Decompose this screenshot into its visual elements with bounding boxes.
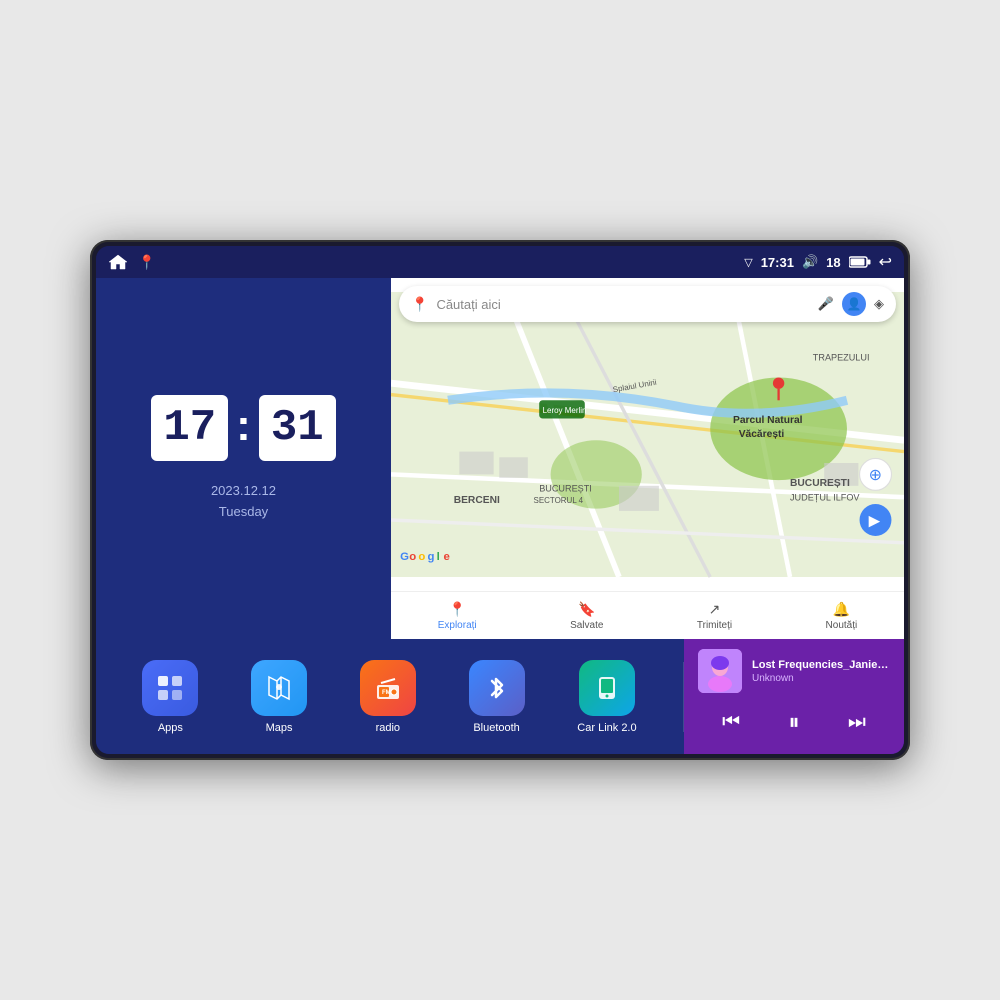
share-icon: ↗	[709, 601, 721, 618]
svg-text:BUCUREȘTI: BUCUREȘTI	[790, 478, 850, 489]
svg-text:g: g	[427, 551, 434, 563]
carlink-icon	[579, 660, 635, 716]
map-search-actions: 🎤 👤 ◈	[818, 292, 884, 316]
status-bar: 📍 ▽ 17:31 🔊 18 ↩	[96, 246, 904, 278]
app-item-radio[interactable]: FM radio	[360, 660, 416, 734]
maps-icon	[251, 660, 307, 716]
map-body: Parcul Natural Văcărești BUCUREȘTI JUDEȚ…	[391, 278, 904, 591]
battery-icon	[849, 256, 871, 268]
music-controls: ⏮ ⏸ ⏭	[698, 705, 890, 739]
clock-colon: :	[236, 401, 251, 451]
clock-widget: 17 : 31 2023.12.12 Tuesday	[96, 278, 391, 639]
svg-text:Leroy Merlin: Leroy Merlin	[543, 406, 587, 415]
bottom-section: Apps Maps	[96, 639, 904, 754]
music-info: Lost Frequencies_Janieck Devy-... Unknow…	[698, 649, 890, 693]
app-item-maps[interactable]: Maps	[251, 660, 307, 734]
bluetooth-label: Bluetooth	[473, 722, 519, 734]
signal-value: 18	[826, 255, 840, 270]
map-widget[interactable]: Parcul Natural Văcărești BUCUREȘTI JUDEȚ…	[391, 278, 904, 639]
map-search-pin-icon: 📍	[411, 296, 428, 313]
clock-display: 17 : 31	[151, 395, 335, 461]
music-player: Lost Frequencies_Janieck Devy-... Unknow…	[684, 639, 904, 754]
layers-icon[interactable]: ◈	[874, 296, 884, 312]
radio-label: radio	[376, 722, 400, 734]
svg-text:▶: ▶	[869, 514, 881, 530]
back-icon[interactable]: ↩	[879, 252, 892, 272]
play-pause-button[interactable]: ⏸	[784, 705, 803, 739]
svg-text:o: o	[418, 551, 425, 563]
svg-text:JUDEȚUL ILFOV: JUDEȚUL ILFOV	[790, 493, 860, 503]
svg-text:e: e	[443, 551, 449, 563]
status-left: 📍	[108, 254, 155, 271]
main-content: 17 : 31 2023.12.12 Tuesday	[96, 278, 904, 754]
apps-section: Apps Maps	[96, 639, 683, 754]
account-icon[interactable]: 👤	[842, 292, 866, 316]
navigation-icon: ▽	[744, 256, 752, 269]
map-bottom-tabs: 📍 Explorați 🔖 Salvate ↗ Trimiteți 🔔	[391, 591, 904, 639]
app-item-apps[interactable]: Apps	[142, 660, 198, 734]
clock-date: 2023.12.12 Tuesday	[211, 481, 276, 523]
map-tab-explore[interactable]: 📍 Explorați	[438, 601, 477, 631]
status-right: ▽ 17:31 🔊 18 ↩	[744, 252, 892, 272]
screen: 📍 ▽ 17:31 🔊 18 ↩	[96, 246, 904, 754]
mic-icon[interactable]: 🎤	[818, 296, 834, 312]
map-tab-share[interactable]: ↗ Trimiteți	[697, 601, 732, 631]
clock-hours: 17	[151, 395, 228, 461]
svg-text:Parcul Natural: Parcul Natural	[733, 415, 803, 426]
map-tab-saved[interactable]: 🔖 Salvate	[570, 601, 603, 631]
apps-icon	[142, 660, 198, 716]
maps-nav-icon[interactable]: 📍	[138, 254, 155, 271]
top-section: 17 : 31 2023.12.12 Tuesday	[96, 278, 904, 639]
svg-text:G: G	[400, 551, 409, 563]
car-display-device: 📍 ▽ 17:31 🔊 18 ↩	[90, 240, 910, 760]
carlink-label: Car Link 2.0	[577, 722, 636, 734]
svg-text:FM: FM	[382, 690, 391, 696]
map-tab-updates[interactable]: 🔔 Noutăți	[826, 601, 858, 631]
music-artist: Unknown	[752, 673, 890, 684]
svg-text:SECTORUL 4: SECTORUL 4	[534, 496, 584, 505]
music-title: Lost Frequencies_Janieck Devy-...	[752, 659, 890, 671]
prev-button[interactable]: ⏮	[718, 707, 744, 738]
radio-icon: FM	[360, 660, 416, 716]
bluetooth-icon	[469, 660, 525, 716]
updates-icon: 🔔	[833, 601, 850, 618]
svg-text:BERCENI: BERCENI	[454, 495, 500, 506]
time-display: 17:31	[761, 255, 794, 270]
next-button[interactable]: ⏭	[844, 707, 870, 738]
svg-text:Văcărești: Văcărești	[739, 429, 785, 440]
clock-minutes: 31	[259, 395, 336, 461]
saved-icon: 🔖	[578, 601, 595, 618]
app-item-bluetooth[interactable]: Bluetooth	[469, 660, 525, 734]
music-text: Lost Frequencies_Janieck Devy-... Unknow…	[752, 659, 890, 684]
svg-text:TRAPEZULUI: TRAPEZULUI	[813, 352, 870, 362]
svg-text:l: l	[437, 551, 440, 563]
map-search-bar[interactable]: 📍 Căutați aici 🎤 👤 ◈	[399, 286, 896, 322]
svg-text:o: o	[409, 551, 416, 563]
maps-label: Maps	[266, 722, 293, 734]
volume-icon[interactable]: 🔊	[802, 254, 818, 270]
svg-text:⊕: ⊕	[869, 467, 882, 484]
album-art	[698, 649, 742, 693]
app-item-carlink[interactable]: Car Link 2.0	[577, 660, 636, 734]
home-icon[interactable]	[108, 254, 128, 270]
svg-text:BUCUREȘTI: BUCUREȘTI	[539, 484, 592, 494]
explore-icon: 📍	[448, 601, 465, 618]
apps-label: Apps	[158, 722, 183, 734]
map-search-placeholder[interactable]: Căutați aici	[436, 297, 809, 312]
